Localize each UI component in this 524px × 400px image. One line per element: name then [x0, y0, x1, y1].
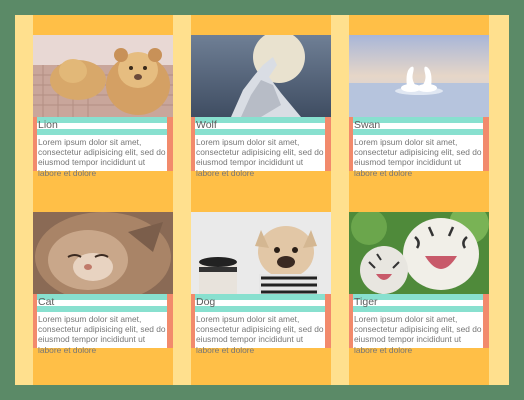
bulldog-photo — [191, 212, 331, 294]
card-description: Lorem ipsum dolor sit amet, consectetur … — [196, 137, 324, 178]
card-title: Tiger — [354, 296, 378, 308]
card-title: Cat — [38, 296, 55, 308]
card-body: Lion Lorem ipsum dolor sit amet, consect… — [37, 117, 167, 178]
sleeping-cat-photo — [33, 212, 173, 294]
card-body: Wolf Lorem ipsum dolor sit amet, consect… — [195, 117, 325, 178]
card-description: Lorem ipsum dolor sit amet, consectetur … — [196, 314, 324, 355]
card-body: Dog Lorem ipsum dolor sit amet, consecte… — [195, 294, 325, 355]
card-title: Lion — [38, 119, 58, 131]
card-title: Wolf — [196, 119, 217, 131]
animal-card-swan[interactable]: Swan Lorem ipsum dolor sit amet, consect… — [349, 15, 489, 178]
swans-photo — [349, 35, 489, 117]
animal-card-wolf[interactable]: Wolf Lorem ipsum dolor sit amet, consect… — [191, 15, 331, 178]
title-stripe — [37, 306, 167, 312]
card-description: Lorem ipsum dolor sit amet, consectetur … — [354, 137, 482, 178]
card-title: Dog — [196, 296, 216, 308]
animal-card-cat[interactable]: Cat Lorem ipsum dolor sit amet, consecte… — [33, 192, 173, 355]
title-stripe — [37, 294, 167, 300]
card-title: Swan — [354, 119, 381, 131]
card-body: Tiger Lorem ipsum dolor sit amet, consec… — [353, 294, 483, 355]
howling-wolf-photo — [191, 35, 331, 117]
animal-card-tiger[interactable]: Tiger Lorem ipsum dolor sit amet, consec… — [349, 192, 489, 355]
lion-cub-photo — [33, 35, 173, 117]
card-description: Lorem ipsum dolor sit amet, consectetur … — [354, 314, 482, 355]
card-body: Cat Lorem ipsum dolor sit amet, consecte… — [37, 294, 167, 355]
card-description: Lorem ipsum dolor sit amet, consectetur … — [38, 137, 166, 178]
animal-card-dog[interactable]: Dog Lorem ipsum dolor sit amet, consecte… — [191, 192, 331, 355]
animal-card-lion[interactable]: Lion Lorem ipsum dolor sit amet, consect… — [33, 15, 173, 178]
card-body: Swan Lorem ipsum dolor sit amet, consect… — [353, 117, 483, 178]
card-description: Lorem ipsum dolor sit amet, consectetur … — [38, 314, 166, 355]
white-tigers-photo — [349, 212, 489, 294]
